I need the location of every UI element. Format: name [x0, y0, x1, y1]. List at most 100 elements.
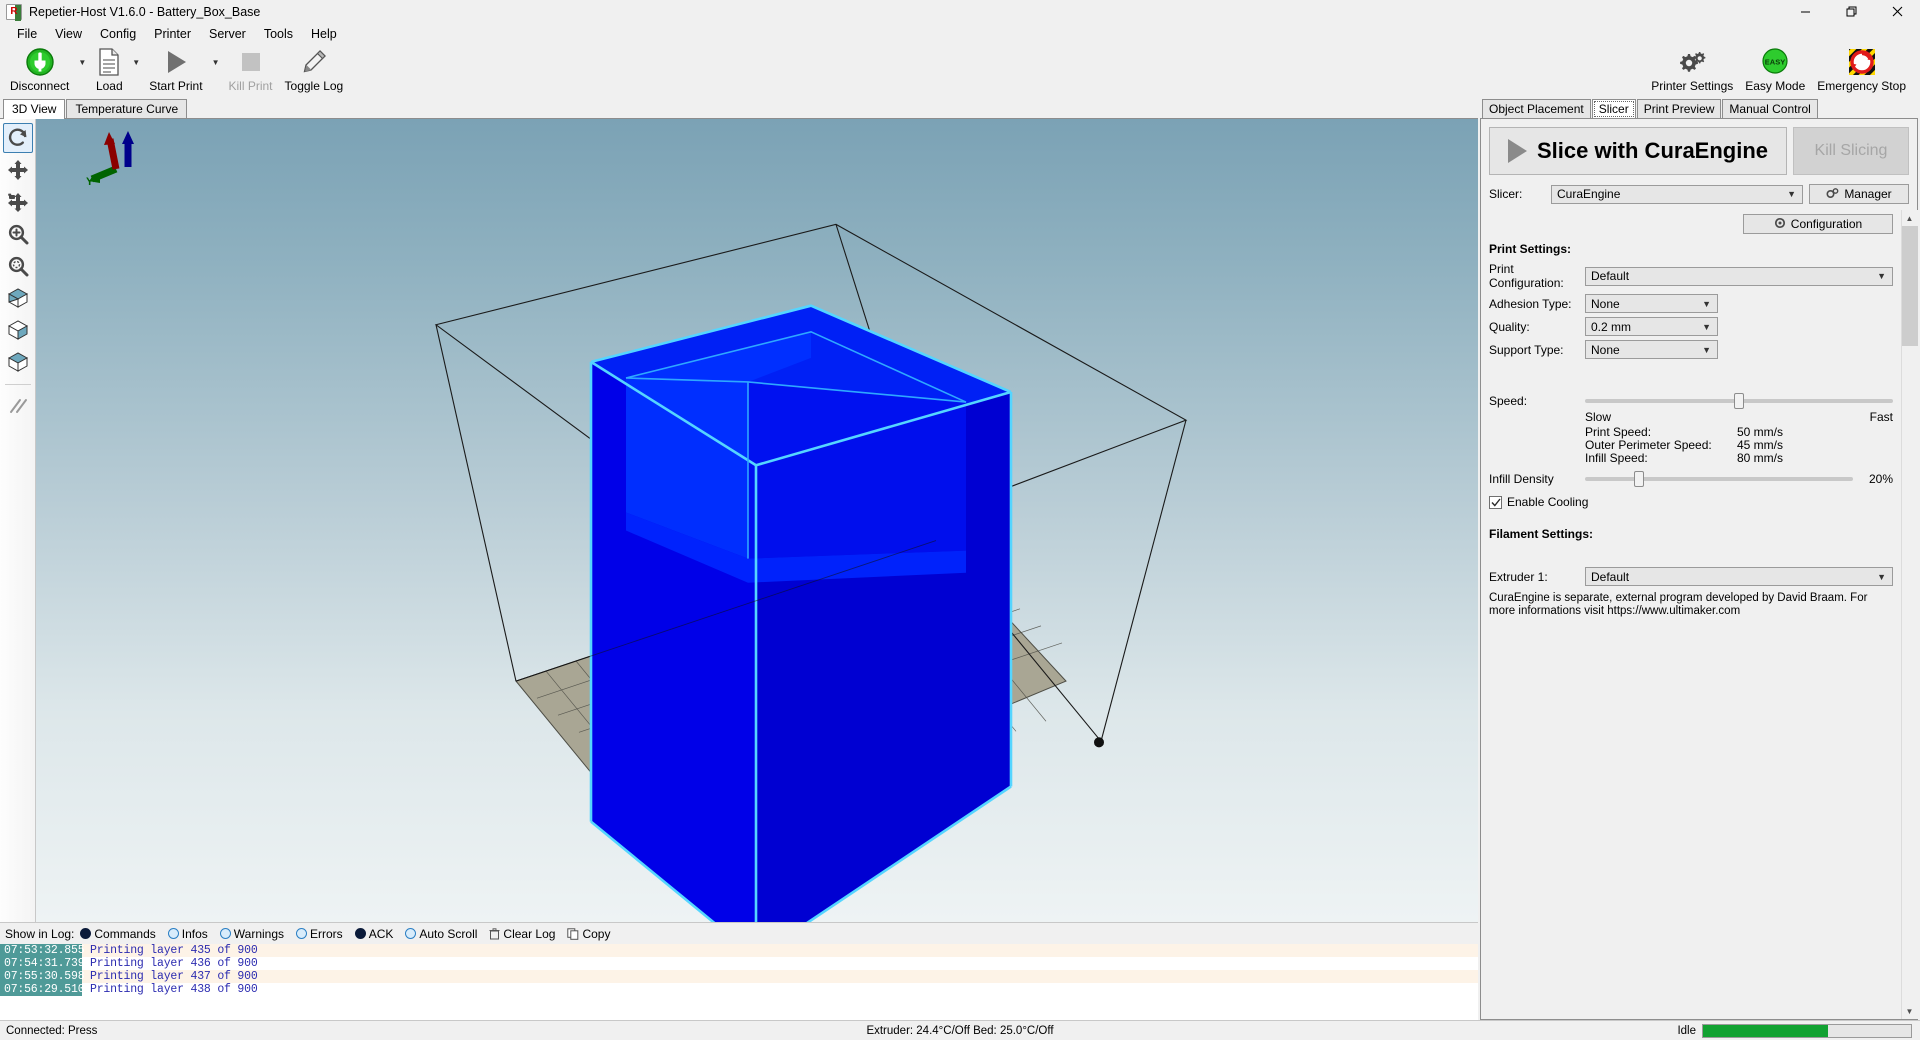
clear-log-button[interactable]: Clear Log	[489, 927, 555, 941]
tab-object-placement[interactable]: Object Placement	[1482, 99, 1591, 118]
log-filter-infos[interactable]: Infos	[167, 927, 208, 941]
maximize-icon[interactable]	[1828, 0, 1874, 23]
log-filter-auto-scroll[interactable]: Auto Scroll	[405, 927, 477, 941]
print-configuration-select[interactable]: Default ▼	[1585, 266, 1893, 286]
speed-slow-label: Slow	[1585, 410, 1612, 424]
log-filter-commands[interactable]: Commands	[80, 926, 156, 941]
kill-slicing-label: Kill Slicing	[1814, 142, 1888, 159]
log-filter-commands-label: Commands	[94, 926, 156, 941]
repetier-icon: R	[6, 3, 22, 21]
emergency-stop-button[interactable]: Emergency Stop	[1811, 44, 1912, 93]
emergency-stop-icon	[1847, 46, 1877, 78]
zoom-in-icon[interactable]	[3, 219, 33, 249]
slider-thumb[interactable]	[1633, 471, 1644, 487]
curaengine-note: CuraEngine is separate, external program…	[1489, 592, 1868, 617]
kill-print-button: Kill Print	[223, 44, 279, 93]
load-button[interactable]: Load	[89, 44, 129, 93]
power-plug-icon	[25, 46, 55, 78]
slicer-select[interactable]: CuraEngine ▼	[1551, 184, 1803, 204]
easy-mode-button[interactable]: EASY Easy Mode	[1739, 44, 1811, 93]
tab-3d-view[interactable]: 3D View	[3, 99, 66, 119]
disconnect-button[interactable]: Disconnect	[4, 44, 75, 93]
y-axis-label: Y	[86, 176, 94, 188]
speed-values-list: Print Speed: 50 mm/s Outer Perimeter Spe…	[1585, 426, 1893, 465]
adhesion-type-select[interactable]: None ▼	[1585, 294, 1718, 313]
scrollbar-track[interactable]	[1901, 226, 1918, 1003]
slicer-panel-scrollbar[interactable]: ▲ ▼	[1901, 210, 1918, 1019]
menu-item-printer[interactable]: Printer	[145, 24, 200, 44]
start-print-dropdown-chevron-down-icon[interactable]: ▼	[209, 44, 223, 80]
z-axis-arrow	[122, 131, 134, 167]
parallel-lines-icon[interactable]	[3, 391, 33, 421]
tab-manual-control[interactable]: Manual Control	[1722, 99, 1818, 118]
menu-item-tools[interactable]: Tools	[255, 24, 302, 44]
load-dropdown-chevron-down-icon[interactable]: ▼	[129, 44, 143, 80]
rotate-icon[interactable]	[2, 123, 33, 153]
copy-label: Copy	[582, 926, 611, 941]
scroll-down-arrow-icon[interactable]: ▼	[1901, 1003, 1918, 1019]
slice-with-curaengine-button[interactable]: Slice with CuraEngine	[1489, 127, 1787, 175]
log-filter-warnings-label: Warnings	[233, 926, 285, 941]
speed-label: Speed:	[1489, 394, 1528, 408]
infill-density-label: Infill Density	[1489, 472, 1554, 486]
menu-item-view[interactable]: View	[46, 24, 91, 44]
tab-print-preview[interactable]: Print Preview	[1636, 99, 1722, 118]
gear-icon	[1774, 217, 1786, 232]
toggle-log-button[interactable]: Toggle Log	[279, 44, 350, 93]
led-icon	[80, 928, 92, 939]
log-filter-ack-label: ACK	[368, 926, 394, 941]
scroll-up-arrow-icon[interactable]: ▲	[1901, 210, 1918, 226]
cube-half-icon[interactable]	[3, 283, 33, 313]
slicer-tab-strip: Object Placement Slicer Print Preview Ma…	[1478, 99, 1920, 119]
quality-select[interactable]: 0.2 mm ▼	[1585, 317, 1718, 336]
print-settings-title: Print Settings:	[1489, 242, 1572, 256]
move-arrows-icon[interactable]	[3, 155, 33, 185]
configuration-label: Configuration	[1790, 217, 1863, 231]
manager-button[interactable]: Manager	[1809, 184, 1909, 204]
copy-button[interactable]: Copy	[567, 927, 610, 941]
log-table[interactable]: 07:53:32.855 Printing layer 435 of 900 0…	[0, 944, 1478, 1020]
menu-item-file[interactable]: File	[8, 24, 46, 44]
3d-viewport[interactable]: Y	[36, 119, 1478, 922]
configuration-button[interactable]: Configuration	[1743, 214, 1893, 234]
log-filter-warnings[interactable]: Warnings	[219, 926, 285, 941]
support-type-label: Support Type:	[1489, 342, 1564, 357]
extruder-1-select[interactable]: Default ▼	[1585, 567, 1893, 586]
log-filter-toolbar: Show in Log: Commands Infos Warnings Err…	[0, 922, 1478, 944]
cube-filled-icon[interactable]	[3, 315, 33, 345]
log-row: 07:53:32.855 Printing layer 435 of 900	[0, 944, 1478, 957]
build-volume-origin-marker	[1094, 737, 1104, 748]
led-icon	[354, 928, 366, 939]
infill-density-slider[interactable]	[1585, 471, 1853, 487]
chevron-down-icon: ▼	[1702, 344, 1711, 355]
disconnect-label: Disconnect	[10, 79, 70, 93]
infill-speed-label: Infill Speed:	[1585, 451, 1648, 465]
log-filter-errors[interactable]: Errors	[296, 927, 343, 941]
axis-indicator: Y	[86, 131, 134, 188]
log-message: Printing layer 438 of 900	[90, 983, 258, 996]
printer-settings-button[interactable]: Printer Settings	[1645, 44, 1739, 93]
status-bar-right: Idle	[1677, 1023, 1920, 1038]
scrollbar-thumb[interactable]	[1901, 226, 1918, 346]
tab-slicer[interactable]: Slicer	[1591, 99, 1636, 119]
move-object-icon[interactable]	[3, 187, 33, 217]
menu-item-server[interactable]: Server	[200, 24, 255, 44]
left-pane: 3D View Temperature Curve Y Show in Log:…	[0, 99, 1478, 1020]
adhesion-type-label: Adhesion Type:	[1489, 296, 1572, 311]
menu-item-help[interactable]: Help	[302, 24, 346, 44]
close-icon[interactable]	[1874, 0, 1920, 23]
support-type-select[interactable]: None ▼	[1585, 340, 1718, 359]
slicer-label: Slicer:	[1489, 187, 1523, 201]
disconnect-dropdown-chevron-down-icon[interactable]: ▼	[75, 44, 89, 80]
minimize-icon[interactable]	[1782, 0, 1828, 23]
speed-slider[interactable]	[1585, 393, 1893, 409]
zoom-fit-icon[interactable]	[3, 251, 33, 281]
menu-item-config[interactable]: Config	[91, 24, 145, 44]
enable-cooling-checkbox[interactable]: Enable Cooling	[1489, 495, 1893, 509]
tab-temperature-curve[interactable]: Temperature Curve	[66, 99, 188, 118]
cube-wire-icon[interactable]	[3, 347, 33, 377]
slider-thumb[interactable]	[1734, 393, 1744, 409]
clear-log-label: Clear Log	[503, 926, 556, 941]
log-filter-ack[interactable]: ACK	[354, 926, 394, 941]
start-print-button[interactable]: Start Print	[143, 44, 208, 93]
